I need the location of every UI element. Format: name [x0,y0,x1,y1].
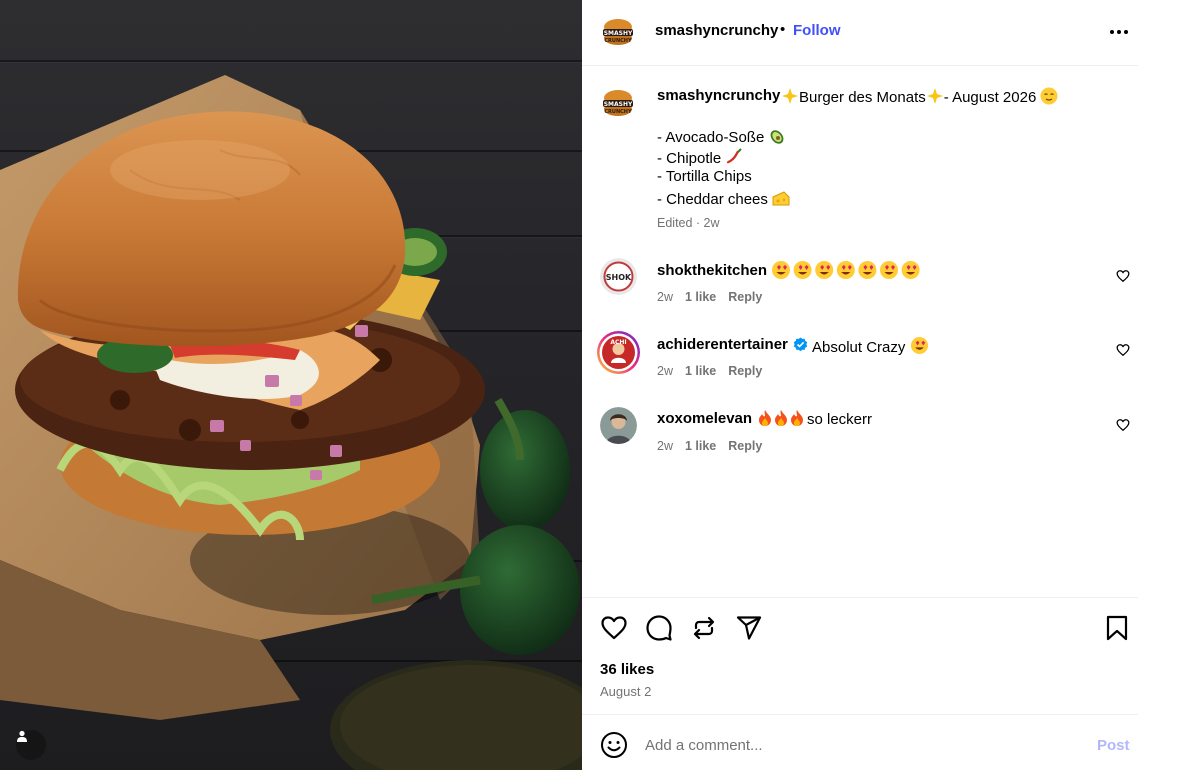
more-options-button[interactable] [1110,24,1134,40]
comment-likes[interactable]: 1 like [685,290,716,304]
commenter-username[interactable]: shokthekitchen [657,262,767,279]
comment-time: 2w [657,290,673,304]
author-avatar[interactable]: SMASHY CRUNCHY [600,14,636,50]
verified-badge-icon [793,337,808,352]
caption-title-suffix: - August 2026 [943,89,1037,106]
reply-button[interactable]: Reply [728,290,762,304]
fire-icon [759,410,771,426]
commenter-avatar[interactable]: SHOK [600,258,637,295]
tagged-users-button[interactable] [16,730,46,760]
comment-text [771,260,923,284]
heart-icon[interactable] [1116,343,1130,357]
comment-likes[interactable]: 1 like [685,439,716,453]
shokthekitchen-avatar-image: SHOK [600,258,637,295]
caption-username[interactable]: smashyncrunchy [657,87,780,104]
comment-input[interactable] [645,732,1075,758]
svg-text:CRUNCHY: CRUNCHY [604,38,632,44]
commenter-avatar[interactable] [600,407,637,444]
post-comment-button[interactable]: Post [1097,737,1130,754]
caption-title: Burger des Monats - August 2026 [781,87,1058,106]
comment-text: Absolut Crazy [812,336,929,356]
xoxomelevan-avatar-image [600,407,637,444]
svg-text:SHOK: SHOK [606,273,632,282]
actions-divider [582,597,1138,598]
heart-icon[interactable] [1116,418,1130,432]
heart-eyes-icon [772,261,790,279]
comment-time: 2w [657,364,673,378]
caption-line-avocado: - Avocado-Soße [657,127,786,146]
comment-text: so leckerr [757,409,872,428]
heart-icon[interactable] [600,614,628,642]
commenter-username[interactable]: achiderentertainer [657,336,788,353]
comment-meta: 2w 1 like Reply [657,439,762,453]
post-date[interactable]: August 2 [600,684,651,699]
smashy-crunchy-logo: SMASHY CRUNCHY [600,14,636,50]
post-details-panel: SMASHY CRUNCHY smashyncrunchy • Follow S… [582,0,1138,770]
caption-line-chipotle: - Chipotle [657,148,743,167]
fire-icons [759,410,803,426]
cheese-icon [772,191,790,206]
reply-button[interactable]: Reply [728,364,762,378]
ellipsis-icon [1110,30,1114,34]
caption-title-main: Burger des Monats [799,89,926,106]
sparkles-icon [782,88,798,104]
reply-button[interactable]: Reply [728,439,762,453]
heart-eyes-emoji-row [772,261,920,279]
comment-composer: Post [582,714,1138,770]
commenter-avatar-story-ring[interactable]: ACHI [597,331,640,374]
comment-time: 2w [657,439,673,453]
burger-photo [0,75,582,770]
svg-text:SMASHY: SMASHY [604,30,633,37]
relieved-face-icon [1040,87,1058,105]
avocado-icon [771,130,784,144]
achiderentertainer-avatar-image: ACHI [599,333,638,372]
likes-count[interactable]: 36 likes [600,661,654,678]
comment-meta: 2w 1 like Reply [657,364,762,378]
paper-plane-icon[interactable] [735,614,763,642]
repost-icon[interactable] [690,614,718,642]
follow-button[interactable]: Follow [793,22,841,39]
bookmark-icon[interactable] [1103,614,1131,642]
svg-text:ACHI: ACHI [610,339,626,346]
comment-likes[interactable]: 1 like [685,364,716,378]
heart-eyes-icon [910,336,928,355]
chili-pepper-icon [727,148,743,164]
user-icon [17,730,27,742]
caption-line-cheddar: - Cheddar chees [657,189,790,208]
caption-author-avatar[interactable]: SMASHY CRUNCHY [600,85,636,121]
commenter-username[interactable]: xoxomelevan [657,410,752,427]
caption-meta: Edited · 2w [657,216,720,230]
speech-bubble-icon[interactable] [645,614,673,642]
caption-line-chips: - Tortilla Chips [657,168,752,185]
comment-meta: 2w 1 like Reply [657,290,762,304]
author-username[interactable]: smashyncrunchy [655,22,778,39]
heart-icon[interactable] [1116,269,1130,283]
sparkles-icon [926,88,943,104]
smiley-icon[interactable] [600,731,628,759]
svg-text:SMASHY: SMASHY [604,101,633,108]
post-header: SMASHY CRUNCHY smashyncrunchy • Follow [582,0,1138,66]
post-image[interactable] [0,0,582,770]
svg-text:CRUNCHY: CRUNCHY [604,109,632,115]
smashy-crunchy-logo: SMASHY CRUNCHY [600,85,636,121]
separator-dot: • [780,21,786,38]
